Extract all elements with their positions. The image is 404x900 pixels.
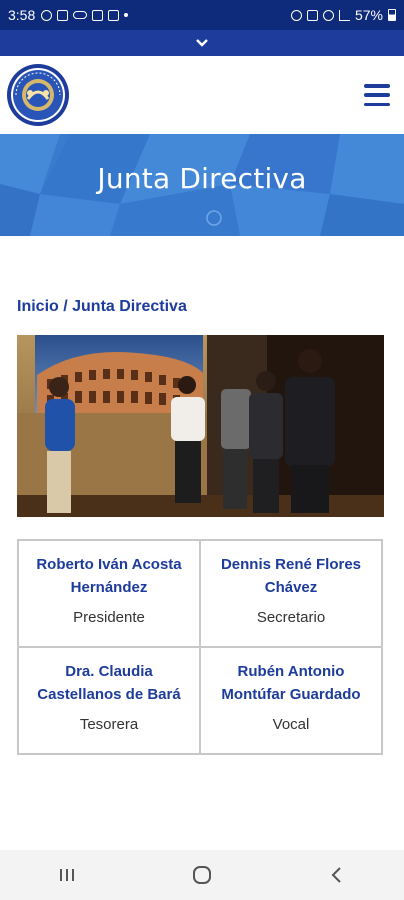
member-card: Dennis René Flores Chávez Secretario [200, 540, 382, 647]
home-button[interactable] [182, 860, 222, 890]
member-name: Dennis René Flores Chávez [220, 556, 362, 596]
member-card: Roberto Iván Acosta Hernández Presidente [18, 540, 200, 647]
member-name: Dra. Claudia Castellanos de Bará [37, 663, 181, 703]
member-card: Dra. Claudia Castellanos de Bará Tesorer… [18, 647, 200, 754]
chevron-down-icon[interactable] [195, 38, 209, 48]
more-notifications-icon [124, 13, 129, 17]
member-card: Rubén Antonio Montúfar Guardado Vocal [200, 647, 382, 754]
board-photo-image [17, 335, 384, 517]
site-header [0, 56, 404, 134]
member-name: Roberto Iván Acosta Hernández [36, 556, 182, 596]
hamburger-menu-icon[interactable] [364, 84, 390, 106]
member-role: Presidente [73, 609, 145, 626]
notification-icons [41, 9, 129, 21]
bluetooth-icon [306, 9, 318, 21]
status-time: 3:58 [8, 7, 36, 23]
system-icons: 57% [290, 7, 396, 23]
topbar-dropdown-toggle[interactable] [0, 30, 404, 56]
status-bar: 3:58 57% [0, 0, 404, 30]
whatsapp-icon [41, 9, 53, 21]
member-name: Rubén Antonio Montúfar Guardado [221, 663, 361, 703]
board-members-table: Roberto Iván Acosta Hernández Presidente… [17, 539, 383, 755]
breadcrumb-home-link[interactable]: Inicio [17, 298, 59, 315]
voicemail-icon [73, 11, 88, 19]
home-circle-icon[interactable] [192, 865, 212, 885]
wifi-icon [322, 9, 334, 21]
breadcrumb-separator: / [58, 298, 73, 315]
member-role: Vocal [272, 716, 310, 733]
breadcrumb-current: Junta Directiva [72, 298, 187, 315]
battery-percent: 57% [354, 7, 383, 23]
signal-icon [338, 9, 350, 21]
breadcrumb: Inicio / Junta Directiva [17, 298, 187, 316]
page-title: Junta Directiva [97, 162, 307, 195]
board-photo [17, 335, 384, 517]
news-icon [92, 9, 104, 21]
logo[interactable] [6, 63, 70, 127]
alarm-icon [290, 9, 302, 21]
message-icon [57, 9, 69, 21]
recent-apps-icon[interactable] [58, 867, 76, 883]
back-chevron-icon[interactable] [330, 866, 344, 884]
back-button[interactable] [317, 860, 357, 890]
android-nav-bar [0, 850, 404, 900]
member-role: Tesorera [79, 716, 139, 733]
member-role: Secretario [256, 609, 326, 626]
page-hero: Junta Directiva [0, 134, 404, 236]
recent-apps-button[interactable] [47, 860, 87, 890]
image-icon [108, 9, 120, 21]
battery-icon [388, 9, 396, 21]
